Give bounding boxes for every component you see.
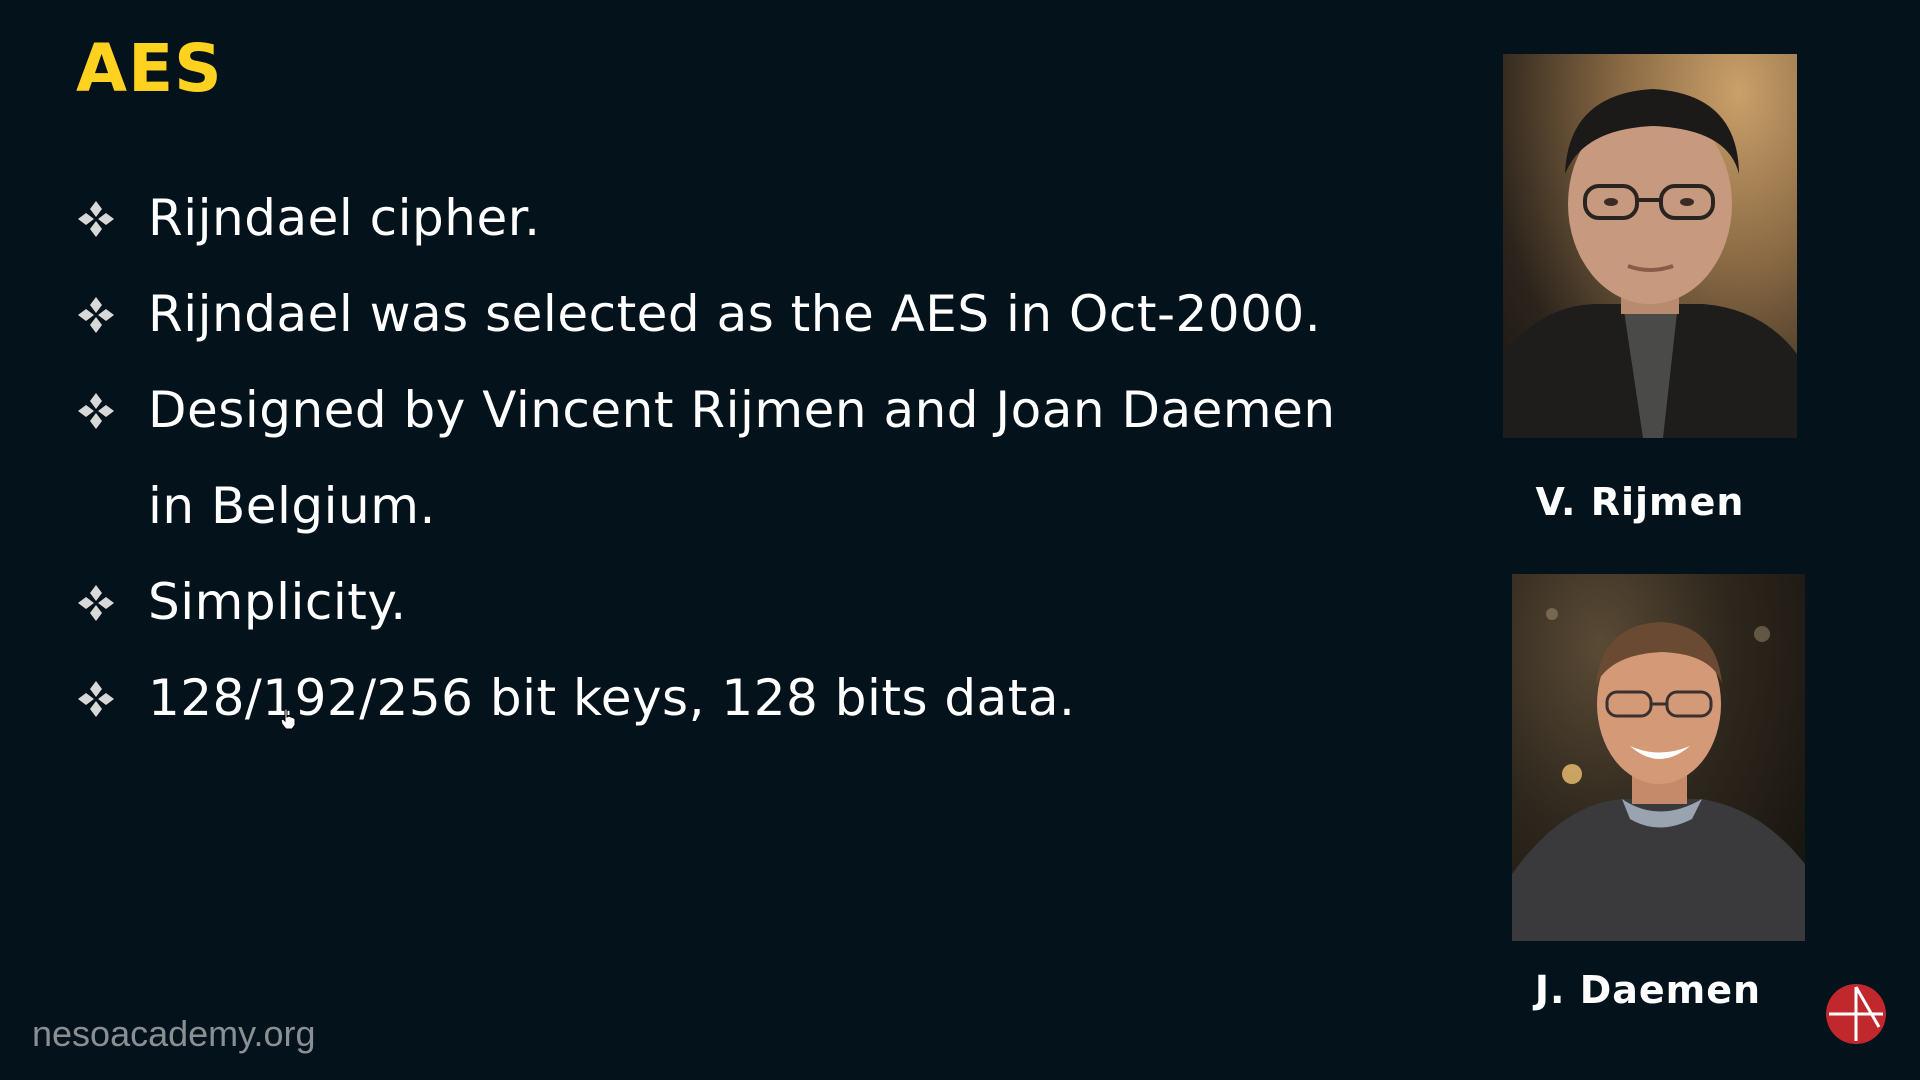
diamond-cluster-icon	[78, 585, 114, 621]
bullet-text: Designed by Vincent Rijmen and Joan Daem…	[148, 381, 1336, 535]
bullet-text: Rijndael cipher.	[148, 189, 541, 247]
watermark: nesoacademy.org	[32, 1013, 316, 1054]
bullet-item: 128/192/256 bit keys, 128 bits data.	[76, 650, 1376, 746]
diamond-cluster-icon	[78, 297, 114, 333]
diamond-cluster-icon	[78, 681, 114, 717]
bullet-item: Designed by Vincent Rijmen and Joan Daem…	[76, 362, 1376, 554]
bullet-item: Rijndael cipher.	[76, 170, 1376, 266]
bullet-list: Rijndael cipher. Rijndael was selected a…	[76, 170, 1376, 746]
slide-title: AES	[76, 30, 223, 107]
bullet-item: Simplicity.	[76, 554, 1376, 650]
caption-daemen: J. Daemen	[1534, 968, 1762, 1012]
caption-rijmen: V. Rijmen	[1535, 480, 1745, 524]
bullet-item: Rijndael was selected as the AES in Oct-…	[76, 266, 1376, 362]
bullet-text: Rijndael was selected as the AES in Oct-…	[148, 285, 1322, 343]
diamond-cluster-icon	[78, 393, 114, 429]
portrait-photo-rijmen	[1503, 54, 1797, 438]
bullet-text: Simplicity.	[148, 573, 407, 631]
neso-academy-logo-icon	[1826, 984, 1886, 1044]
portrait-photo-daemen	[1512, 574, 1805, 941]
diamond-cluster-icon	[78, 201, 114, 237]
hand-cursor-icon	[280, 708, 296, 730]
